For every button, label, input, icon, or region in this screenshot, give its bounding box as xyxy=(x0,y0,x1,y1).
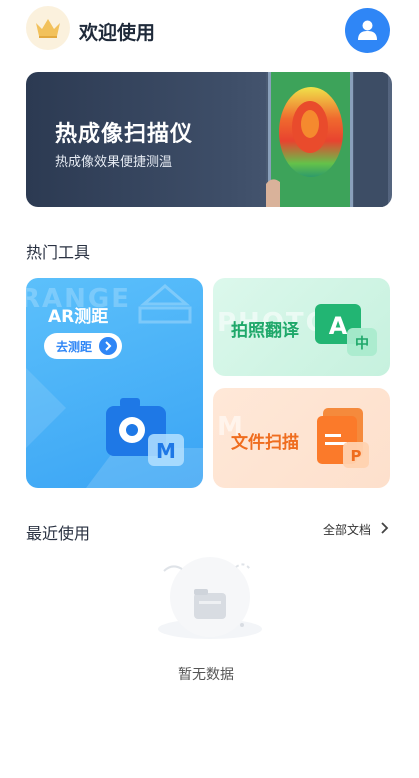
banner-subtitle: 热成像效果便捷测温 xyxy=(55,155,173,170)
user-avatar-button[interactable] xyxy=(345,8,390,53)
empty-state-text: 暂无数据 xyxy=(178,667,234,683)
crown-icon xyxy=(26,6,70,50)
chevron-right-icon[interactable] xyxy=(380,521,390,535)
thermal-scanner-banner[interactable]: 热成像扫描仪 热成像效果便捷测温 xyxy=(26,72,392,207)
ar-title: AR测距 xyxy=(48,307,109,327)
svg-text:A: A xyxy=(329,312,348,340)
svg-text:中: 中 xyxy=(355,335,369,352)
photo-translate-card[interactable]: PHOTO 拍照翻译 A 中 xyxy=(213,278,390,376)
app-header: 欢迎使用 xyxy=(0,0,419,62)
welcome-title: 欢迎使用 xyxy=(79,22,156,44)
empty-folder-icon xyxy=(158,557,262,639)
document-icon: P xyxy=(317,408,369,468)
doc-scan-title: 文件扫描 xyxy=(231,433,299,453)
svg-text:M: M xyxy=(156,439,176,463)
user-icon xyxy=(358,20,377,40)
ar-measure-card[interactable]: RANGE AR测距 去测距 M xyxy=(26,278,203,488)
all-docs-link[interactable]: 全部文档 xyxy=(323,521,371,538)
doc-scan-card[interactable]: M 文件扫描 P xyxy=(213,388,390,488)
camera-icon: M xyxy=(26,368,203,488)
svg-text:P: P xyxy=(351,447,362,465)
hot-tools-title: 热门工具 xyxy=(26,243,91,262)
photo-translate-title: 拍照翻译 xyxy=(231,321,299,341)
thermal-camera-image xyxy=(266,72,388,207)
banner-title: 热成像扫描仪 xyxy=(55,122,194,147)
recent-title: 最近使用 xyxy=(26,524,91,543)
ruler-watermark-icon xyxy=(138,284,192,324)
translate-icon: A 中 xyxy=(315,304,377,356)
